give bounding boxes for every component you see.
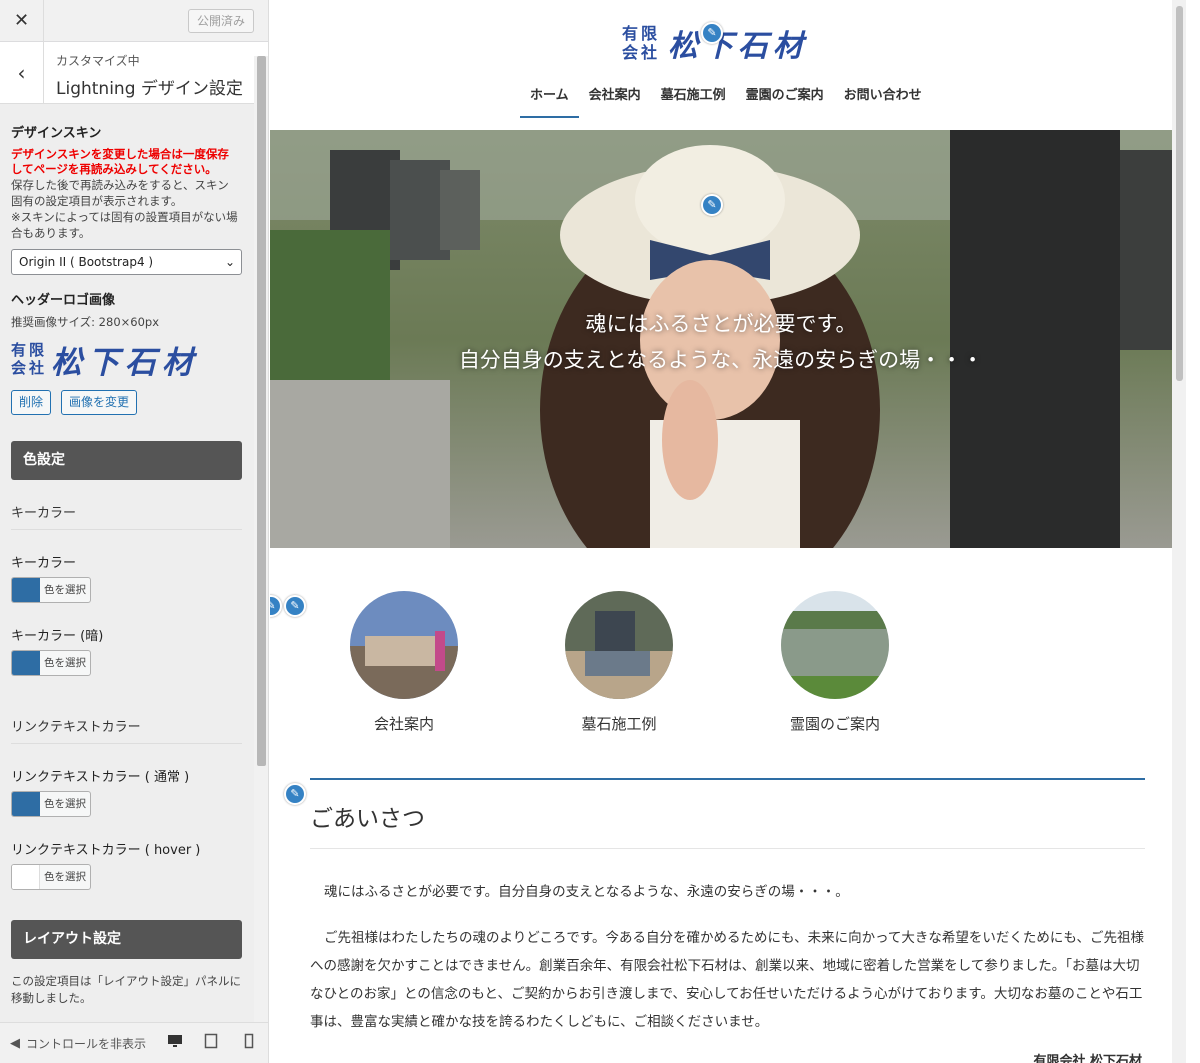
nav-item-cemetery[interactable]: 霊園のご案内 — [736, 86, 834, 118]
chevron-down-icon: ⌄ — [224, 255, 235, 269]
logo-preview-image: 有限会社 松下石材 — [11, 336, 242, 382]
key-dark-color-picker[interactable]: 色を選択 — [11, 650, 91, 676]
site-logo-main-text: 松下石材 — [668, 29, 808, 64]
greeting-paragraph-1: 魂にはふるさとが必要です。自分自身の支えとなるような、永遠の安らぎの場・・・。 — [324, 884, 849, 900]
pr-item-company[interactable]: 会社案内 — [324, 591, 484, 734]
design-skin-select[interactable]: Origin II ( Bootstrap4 ) ⌄ — [11, 249, 242, 275]
design-skin-label: デザインスキン — [11, 126, 102, 141]
link-normal-color-swatch — [12, 792, 40, 816]
desktop-preview-icon[interactable] — [166, 1033, 184, 1053]
sidebar-scrollbar[interactable] — [254, 56, 268, 1022]
design-skin-desc: 保存した後で再読み込みをすると、スキン固有の設定項目が表示されます。 — [11, 178, 229, 208]
hero-image — [270, 130, 1172, 548]
panel-title: Lightning デザイン設定 — [56, 79, 243, 99]
design-skin-selected: Origin II ( Bootstrap4 ) — [19, 255, 154, 269]
link-normal-color-label: リンクテキストカラー ( 通常 ) — [11, 770, 190, 785]
key-color-group-title: キーカラー — [11, 502, 242, 530]
hero-text-line1: 魂にはふるさとが必要です。 — [585, 312, 857, 336]
greeting-signature: 有限会社 松下石材 — [1033, 1054, 1142, 1063]
pr-label-cemetery: 霊園のご案内 — [789, 715, 880, 733]
hide-controls-button[interactable]: ◀ コントロールを非表示 — [10, 1035, 160, 1052]
header-logo-label: ヘッダーロゴ画像 — [11, 293, 116, 308]
change-logo-button[interactable]: 画像を変更 — [61, 390, 138, 415]
pr-label-company: 会社案内 — [373, 715, 434, 733]
preview-scrollbar[interactable] — [1172, 0, 1186, 1063]
link-normal-color-picker[interactable]: 色を選択 — [11, 791, 91, 817]
pick-color-label: 色を選択 — [44, 871, 86, 883]
customizer-topbar: ✕ 公開済み — [0, 0, 268, 42]
nav-item-works[interactable]: 墓石施工例 — [651, 86, 736, 118]
pr-item-cemetery[interactable]: 霊園のご案内 — [755, 591, 915, 734]
nav-item-home[interactable]: ホーム — [520, 86, 579, 118]
greeting-separator — [310, 848, 1145, 849]
layout-settings-button[interactable]: レイアウト設定 — [11, 920, 242, 959]
customizer-footer: ◀ コントロールを非表示 — [0, 1022, 268, 1063]
delete-logo-button[interactable]: 削除 — [11, 390, 52, 415]
customizer-sidebar: ✕ 公開済み ‹ カスタマイズ中 Lightning デザイン設定 デザインスキ… — [0, 0, 269, 1063]
sidebar-scroll-thumb[interactable] — [257, 56, 266, 766]
close-button[interactable]: ✕ — [0, 0, 44, 42]
nav-item-contact[interactable]: お問い合わせ — [834, 86, 932, 118]
pr-image-works — [565, 591, 673, 699]
link-hover-color-swatch — [12, 865, 40, 889]
edit-pencil-icon[interactable]: ✎ — [270, 595, 282, 617]
logo-preview-small-text: 有限会社 — [11, 341, 48, 377]
greeting-title: ごあいさつ — [310, 806, 425, 832]
publish-button[interactable]: 公開済み — [187, 9, 254, 33]
edit-pencil-icon[interactable]: ✎ — [701, 22, 723, 44]
key-color-label: キーカラー — [11, 556, 77, 571]
collapse-icon: ◀ — [10, 1036, 20, 1051]
site-logo[interactable]: 有限会社 松下石材 — [622, 22, 834, 64]
pr-item-works[interactable]: 墓石施工例 — [539, 591, 699, 734]
hero-slider: 魂にはふるさとが必要です。 自分自身の支えとなるような、永遠の安らぎの場・・・ … — [270, 130, 1172, 548]
global-nav: ホーム 会社案内 墓石施工例 霊園のご案内 お問い合わせ — [520, 86, 932, 118]
edit-pencil-icon[interactable]: ✎ — [701, 194, 723, 216]
logo-size-note: 推奨画像サイズ: 280×60px — [11, 315, 160, 329]
key-color-swatch — [12, 578, 40, 602]
pr-image-cemetery — [781, 591, 889, 699]
back-button[interactable]: ‹ — [0, 42, 44, 104]
logo-preview-main-text: 松下石材 — [51, 344, 199, 381]
link-color-group-title: リンクテキストカラー — [11, 716, 242, 744]
edit-pencil-icon[interactable]: ✎ — [284, 783, 306, 805]
key-dark-color-swatch — [12, 651, 40, 675]
site-preview: 有限会社 松下石材 ✎ ホーム 会社案内 墓石施工例 霊園のご案内 お問い合わせ — [270, 0, 1186, 1063]
greeting-paragraph-2: ご先祖様はわたしたちの魂のよりどころです。今ある自分を確かめるためにも、未来に向… — [310, 930, 1144, 1030]
panel-body: デザインスキン デザインスキンを変更した場合は一度保存してページを再読み込みして… — [0, 104, 255, 1022]
tablet-preview-icon[interactable] — [202, 1033, 220, 1053]
site-logo-small-text: 有限会社 — [622, 24, 661, 62]
pick-color-label: 色を選択 — [44, 584, 86, 596]
pr-image-company — [350, 591, 458, 699]
pr-label-works: 墓石施工例 — [581, 715, 657, 733]
key-color-picker[interactable]: 色を選択 — [11, 577, 91, 603]
design-skin-warning: デザインスキンを変更した場合は一度保存してページを再読み込みしてください。 — [11, 147, 229, 176]
nav-item-company[interactable]: 会社案内 — [579, 86, 651, 118]
pick-color-label: 色を選択 — [44, 798, 86, 810]
pick-color-label: 色を選択 — [44, 657, 86, 669]
design-skin-note: ※スキンによっては固有の設置項目がない場合もあります。 — [11, 210, 238, 240]
panel-header: ‹ カスタマイズ中 Lightning デザイン設定 — [0, 42, 268, 104]
edit-pencil-icon[interactable]: ✎ — [284, 595, 306, 617]
link-hover-color-picker[interactable]: 色を選択 — [11, 864, 91, 890]
hide-controls-label: コントロールを非表示 — [26, 1037, 147, 1051]
mobile-preview-icon[interactable] — [240, 1033, 258, 1053]
hero-text-line2: 自分自身の支えとなるような、永遠の安らぎの場・・・ — [458, 348, 984, 372]
greeting-top-border — [310, 778, 1145, 780]
link-hover-color-label: リンクテキストカラー ( hover ) — [11, 843, 201, 858]
preview-scroll-thumb[interactable] — [1176, 6, 1183, 381]
layout-settings-note: この設定項目は「レイアウト設定」パネルに移動しました。 — [11, 974, 241, 1005]
logo-buttons: 削除 画像を変更 — [11, 390, 255, 415]
panel-subtitle: カスタマイズ中 — [56, 54, 140, 68]
color-settings-button[interactable]: 色設定 — [11, 441, 242, 480]
key-dark-color-label: キーカラー (暗) — [11, 629, 104, 644]
